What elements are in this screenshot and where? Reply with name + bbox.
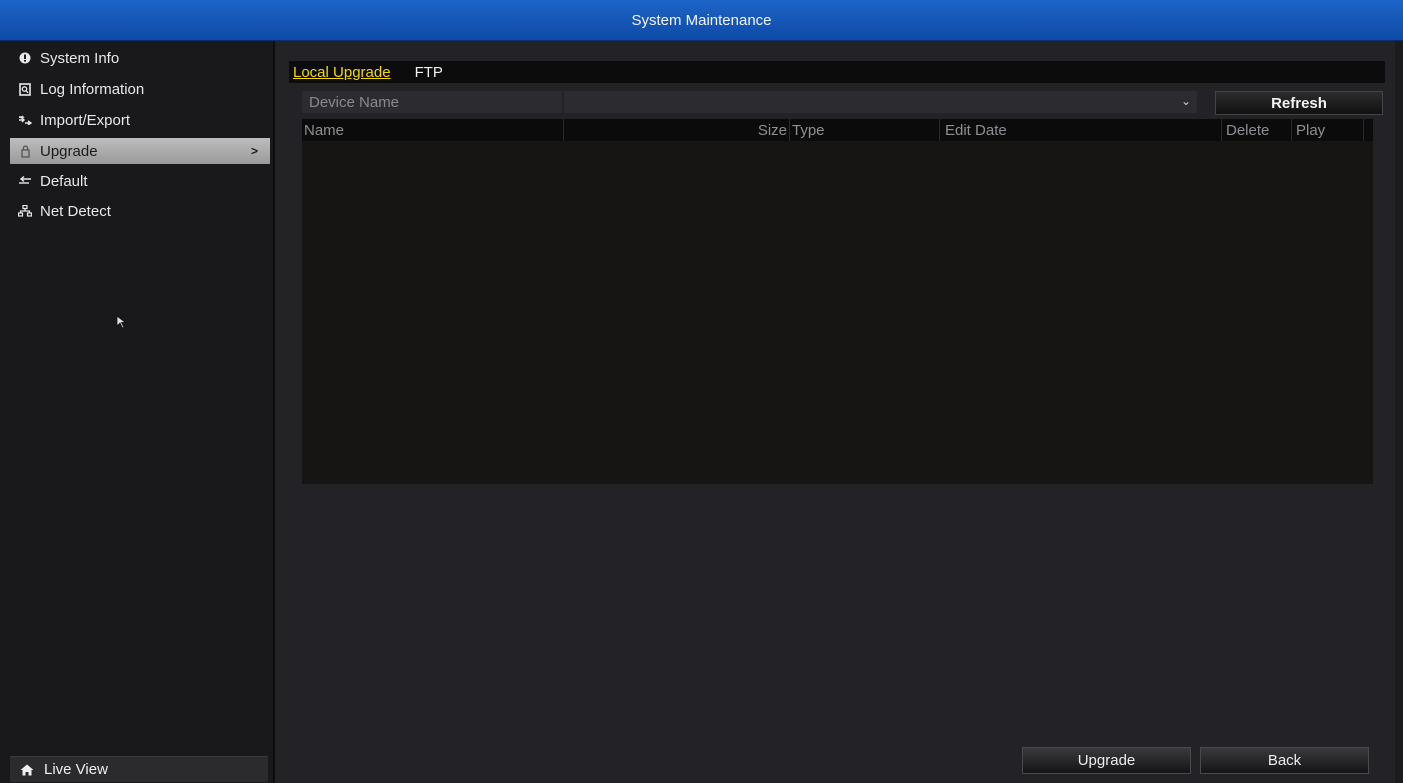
sidebar-item-import-export[interactable]: Import/Export	[10, 107, 270, 133]
chevron-right-icon: >	[250, 144, 258, 158]
upgrade-button[interactable]: Upgrade	[1022, 747, 1191, 774]
tab-local-upgrade[interactable]: Local Upgrade	[291, 64, 393, 81]
sidebar-item-label: Upgrade	[40, 142, 98, 160]
column-header-name[interactable]: Name	[302, 119, 564, 141]
import-export-icon	[10, 115, 40, 125]
device-row: Device Name ⌄ Refresh	[302, 91, 1383, 115]
chevron-down-icon: ⌄	[1180, 94, 1191, 108]
window-title-bar: System Maintenance	[0, 0, 1403, 41]
default-icon	[10, 176, 40, 186]
sidebar: System Info Log Information Import/Expor…	[0, 41, 275, 783]
sidebar-item-upgrade[interactable]: Upgrade >	[10, 138, 270, 164]
refresh-button[interactable]: Refresh	[1215, 91, 1383, 115]
log-icon	[10, 82, 40, 96]
sidebar-item-label: Default	[40, 172, 88, 190]
column-header-edit-date[interactable]: Edit Date	[940, 119, 1222, 141]
sidebar-item-label: Import/Export	[40, 111, 131, 129]
tab-ftp[interactable]: FTP	[413, 64, 445, 81]
sidebar-item-log-information[interactable]: Log Information	[10, 76, 270, 102]
column-header-size[interactable]: Size	[564, 119, 790, 141]
home-icon	[10, 764, 44, 776]
sidebar-item-label: System Info	[40, 49, 120, 67]
column-header-type[interactable]: Type	[790, 119, 940, 141]
column-header-play[interactable]: Play	[1292, 119, 1364, 141]
column-header-delete[interactable]: Delete	[1222, 119, 1292, 141]
main-panel: Local Upgrade FTP Device Name ⌄ Refresh …	[275, 41, 1395, 783]
sidebar-item-system-info[interactable]: System Info	[10, 45, 270, 71]
device-name-select[interactable]: ⌄	[564, 91, 1197, 113]
device-name-label: Device Name	[302, 91, 562, 113]
network-icon	[10, 205, 40, 217]
file-table: Name Size Type Edit Date Delete Play	[302, 119, 1373, 484]
table-header: Name Size Type Edit Date Delete Play	[302, 119, 1373, 141]
mouse-pointer-icon	[116, 315, 128, 334]
upgrade-icon	[10, 144, 40, 158]
tab-bar: Local Upgrade FTP	[289, 61, 1385, 83]
sidebar-item-net-detect[interactable]: Net Detect	[10, 198, 270, 224]
info-icon	[10, 52, 40, 64]
back-button[interactable]: Back	[1200, 747, 1369, 774]
window-title: System Maintenance	[631, 11, 772, 29]
live-view-label: Live View	[44, 761, 108, 778]
live-view-button[interactable]: Live View	[10, 756, 268, 782]
sidebar-item-label: Log Information	[40, 80, 145, 98]
sidebar-item-label: Net Detect	[40, 202, 111, 220]
sidebar-item-default[interactable]: Default	[10, 168, 270, 194]
